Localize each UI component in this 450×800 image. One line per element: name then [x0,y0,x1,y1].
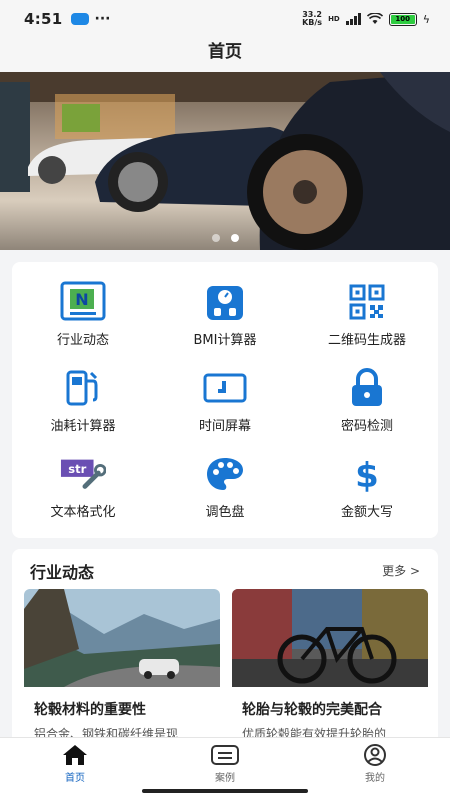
palette-icon [202,452,248,495]
status-bar: 4:51 ··· 33.2 KB/s HD 100 ϟ [0,0,450,38]
lock-icon [344,366,390,409]
dollar-glyph: $ [355,456,379,493]
dollar-icon: $ [344,452,390,495]
tool-label: 调色盘 [205,505,245,520]
tool-fuel-calculator[interactable]: 油耗计算器 [12,348,154,434]
more-link[interactable]: 更多 > [382,562,420,579]
tool-time-screen[interactable]: 时间屏幕 [154,348,296,434]
tool-label: 金额大写 [340,505,393,520]
charging-icon: ϟ [422,12,430,26]
news-icon: N [60,280,106,323]
carousel-dot-2[interactable] [231,234,239,242]
tool-qr-generator[interactable]: 二维码生成器 [296,262,438,348]
scale-icon [202,280,248,323]
wifi-icon [366,13,383,24]
article-title: 轮胎与轮毂的完美配合 [242,702,382,718]
signal-icon [345,13,361,25]
tool-label: 二维码生成器 [327,333,406,348]
tool-label: 文本格式化 [50,505,116,520]
carousel-dot-1[interactable] [212,234,220,242]
mountain-road-image [24,589,220,687]
tool-amount-uppercase[interactable]: $ 金额大写 [296,434,438,521]
home-indicator[interactable] [142,789,308,793]
user-icon [364,744,386,766]
tool-label: 行业动态 [56,333,109,348]
news-article-1[interactable]: 轮毂材料的重要性 铝合金、钢铁和碳纤维是现 [24,589,220,742]
tool-label: 密码检测 [340,419,393,434]
nav-home[interactable]: 首页 [35,744,115,784]
tool-text-format[interactable]: str 文本格式化 [12,434,154,520]
network-speed-unit: KB/s [302,18,323,27]
more-notifications-icon: ··· [94,11,111,27]
status-time: 4:51 [24,10,63,28]
clock-screen-icon [202,366,248,409]
news-icon-glyph: N [75,290,88,309]
battery-icon: 100 [388,12,417,26]
tool-label: 时间屏幕 [198,419,251,434]
network-type: HD [328,15,340,23]
page-title: 首页 [0,38,450,72]
banner-carousel[interactable] [0,72,450,250]
tool-palette[interactable]: 调色盘 [154,434,296,520]
fuel-pump-icon [60,366,106,409]
tool-industry-news[interactable]: N 行业动态 [12,262,154,348]
list-icon [211,745,239,765]
nav-mine[interactable]: 我的 [335,744,415,784]
weather-cloud-icon [70,13,89,25]
nav-label: 首页 [65,773,85,784]
network-speed: 33.2 KB/s [302,11,322,27]
bicycle-graffiti-image [232,589,428,687]
news-article-2[interactable]: 轮胎与轮毂的完美配合 优质轮毂能有效提升轮胎的 [232,589,428,742]
tool-bmi-calculator[interactable]: BMI计算器 [154,262,296,348]
text-format-glyph: str [68,462,86,476]
industry-news-section: 行业动态 更多 > 轮毂材料的重要性 铝合金、钢铁和碳纤维是现 轮胎与轮毂的完美… [12,549,438,749]
text-format-icon: str [60,452,106,495]
article-title: 轮毂材料的重要性 [34,702,146,718]
battery-level: 100 [390,14,415,24]
nav-cases[interactable]: 案例 [185,744,265,784]
section-title: 行业动态 [30,563,95,582]
tool-password-check[interactable]: 密码检测 [296,348,438,434]
tool-label: BMI计算器 [193,333,257,348]
nav-label: 我的 [365,773,385,784]
home-icon [63,745,87,765]
nav-label: 案例 [215,773,235,784]
qr-code-icon [344,280,390,323]
tools-card: N 行业动态 BMI计算器 二维码生成器 油耗计算器 时间屏幕 密码检测 str… [12,262,438,538]
tool-label: 油耗计算器 [50,419,116,434]
car-showroom-image [0,72,450,250]
